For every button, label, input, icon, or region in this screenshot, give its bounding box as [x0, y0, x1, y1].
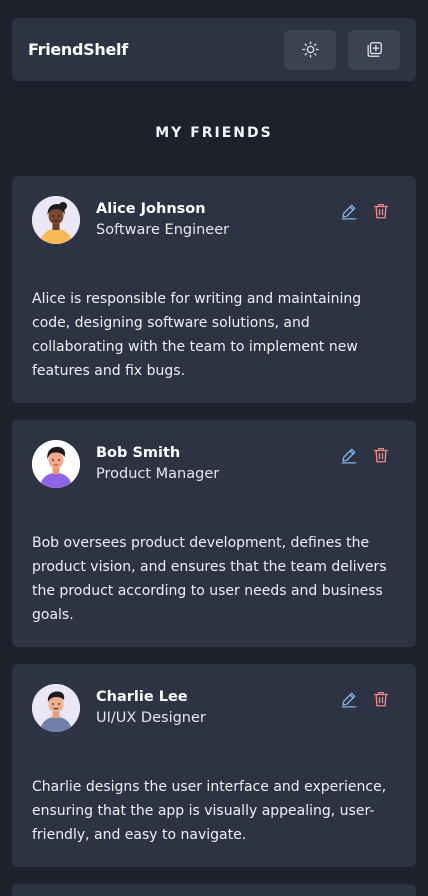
pencil-icon	[341, 692, 357, 708]
trash-icon	[373, 447, 389, 463]
friends-list: Alice Johnson Software Engineer Alice is…	[12, 176, 416, 896]
add-friend-button[interactable]	[348, 29, 400, 70]
avatar	[32, 684, 80, 732]
theme-toggle-button[interactable]	[284, 29, 336, 70]
section-title: MY FRIENDS	[155, 125, 273, 141]
friend-card: Alice Johnson Software Engineer Alice is…	[12, 176, 416, 403]
sun-icon	[301, 41, 319, 58]
friend-role: Software Engineer	[96, 222, 230, 238]
friend-card-partial	[12, 884, 416, 896]
add-square-icon	[367, 42, 382, 57]
friend-name: Bob Smith	[96, 445, 181, 461]
friend-name: Charlie Lee	[96, 689, 188, 705]
avatar-alice-icon	[32, 196, 80, 244]
brand-logo[interactable]: FriendShelf	[28, 40, 128, 59]
trash-icon	[373, 691, 389, 707]
friend-identity: Alice Johnson Software Engineer	[96, 196, 340, 241]
edit-friend-button[interactable]	[340, 690, 358, 708]
avatar-bob-icon	[32, 440, 80, 488]
edit-friend-button[interactable]	[340, 202, 358, 220]
friend-card: Bob Smith Product Manager Bob oversees p…	[12, 420, 416, 647]
friend-description: Bob oversees product development, define…	[32, 535, 387, 623]
card-actions	[340, 196, 396, 220]
card-actions	[340, 684, 396, 708]
friend-description: Alice is responsible for writing and mai…	[32, 291, 362, 379]
delete-friend-button[interactable]	[372, 202, 390, 220]
app-root: FriendShelf MY FRIENDS Alice Johnson Sof…	[0, 0, 428, 896]
friend-description: Charlie designs the user interface and e…	[32, 779, 387, 843]
friend-identity: Charlie Lee UI/UX Designer	[96, 684, 340, 729]
top-bar: FriendShelf	[12, 18, 416, 81]
avatar-charlie-icon	[32, 684, 80, 732]
friend-name: Alice Johnson	[96, 201, 206, 217]
friend-role: Product Manager	[96, 466, 220, 482]
delete-friend-button[interactable]	[372, 690, 390, 708]
avatar	[32, 196, 80, 244]
pencil-icon	[341, 448, 357, 464]
delete-friend-button[interactable]	[372, 446, 390, 464]
card-actions	[340, 440, 396, 464]
pencil-icon	[341, 204, 357, 220]
friend-role: UI/UX Designer	[96, 710, 206, 726]
avatar	[32, 440, 80, 488]
edit-friend-button[interactable]	[340, 446, 358, 464]
trash-icon	[373, 203, 389, 219]
friend-card: Charlie Lee UI/UX Designer Charlie desig…	[12, 664, 416, 867]
header-actions	[284, 29, 400, 70]
friend-identity: Bob Smith Product Manager	[96, 440, 340, 485]
